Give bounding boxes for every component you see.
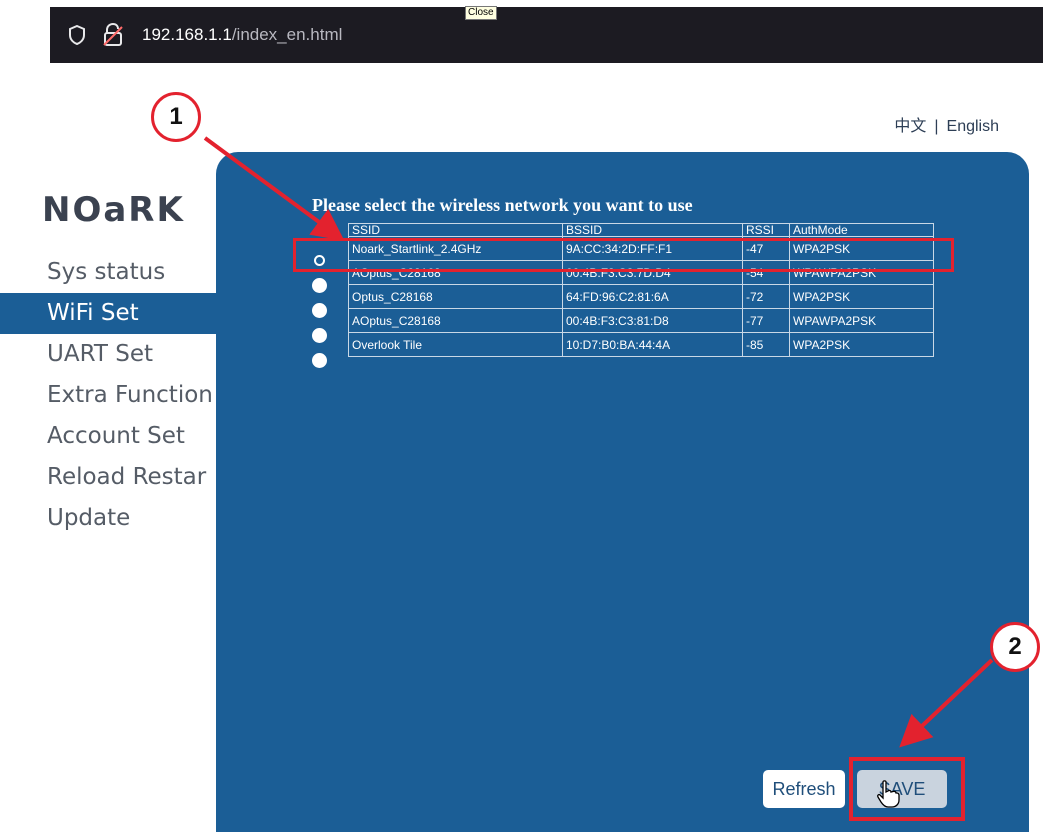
annotation-badge-1: 1 (151, 92, 201, 142)
arrow-to-network (203, 136, 345, 241)
arrow-to-save (899, 658, 994, 748)
annotation-badge-2: 2 (990, 622, 1040, 672)
